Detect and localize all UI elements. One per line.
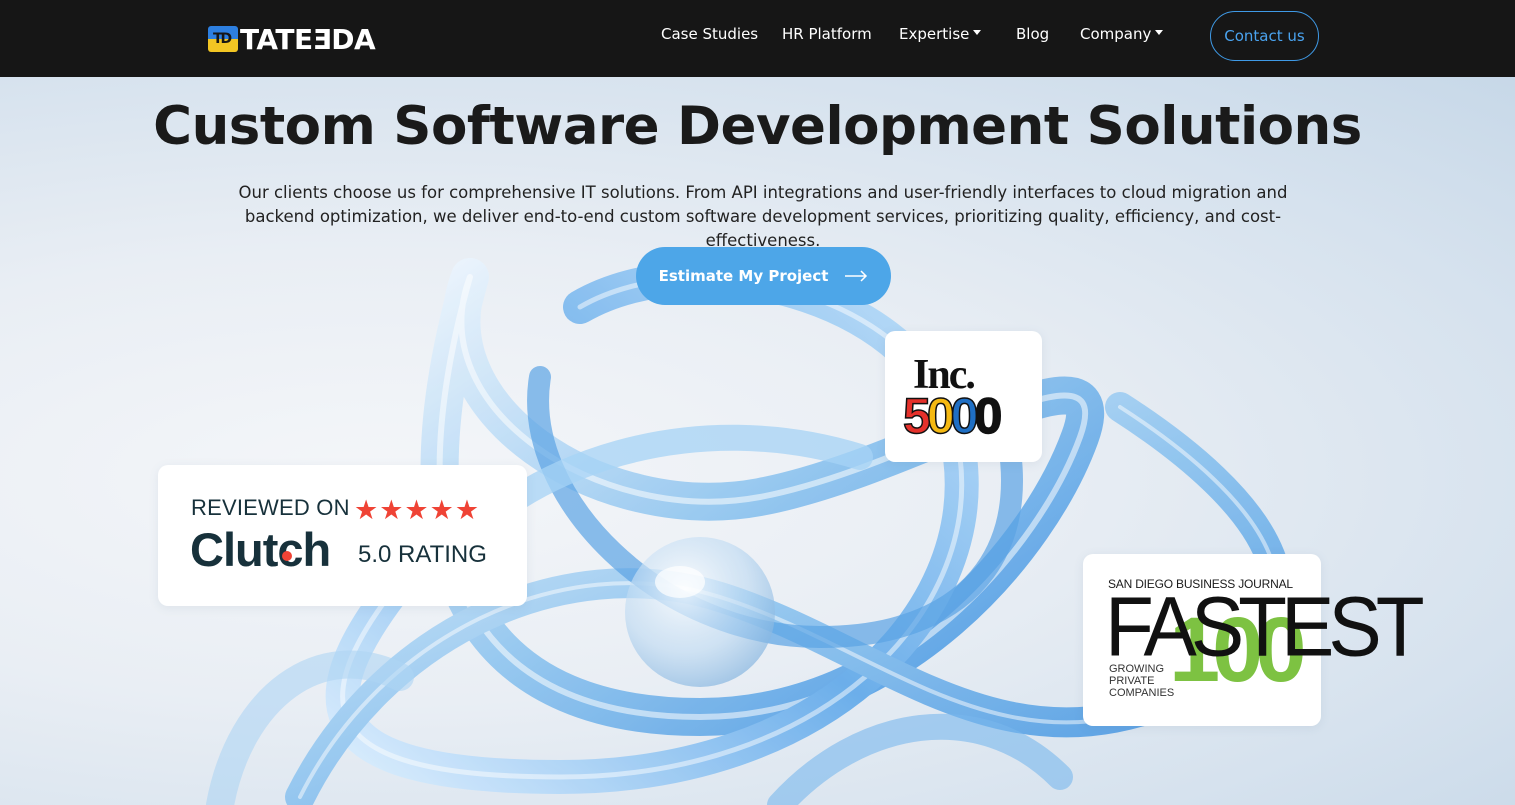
clutch-rating-badge[interactable]: REVIEWED ON ★★★★★ Clutch 5.0 RATING — [158, 465, 527, 606]
inc-digit: 5 — [902, 387, 931, 445]
tateeda-logo[interactable]: TD TATEƎDA — [208, 22, 376, 56]
page-title: Custom Software Development Solutions — [153, 96, 1362, 157]
nav-hr-platform[interactable]: HR Platform — [782, 25, 872, 43]
estimate-project-label: Estimate My Project — [658, 267, 829, 285]
fastest-word: FASTEST — [1105, 579, 1425, 674]
clutch-dot-icon — [282, 551, 292, 561]
arrow-right-icon — [845, 270, 868, 282]
inc-digit: 0 — [950, 387, 979, 445]
contact-us-button[interactable]: Contact us — [1210, 11, 1319, 61]
clutch-reviewed-label: REVIEWED ON — [191, 495, 350, 520]
nav-case-studies[interactable]: Case Studies — [661, 25, 758, 43]
nav-company-label: Company — [1080, 25, 1152, 43]
estimate-project-button[interactable]: Estimate My Project — [636, 247, 891, 305]
fastest-100-badge[interactable]: SAN DIEGO BUSINESS JOURNAL 100 FASTEST G… — [1083, 554, 1425, 726]
star-rating-icon: ★★★★★ — [354, 495, 481, 526]
clutch-rating-text: 5.0 RATING — [358, 541, 487, 568]
clutch-logo: Clutch — [190, 523, 331, 576]
nav-expertise-label: Expertise — [899, 25, 970, 43]
inc-digit: 0 — [926, 387, 955, 445]
nav-expertise[interactable]: Expertise — [899, 25, 982, 43]
nav-company[interactable]: Company — [1080, 25, 1164, 43]
nav-blog[interactable]: Blog — [1016, 25, 1049, 43]
hero-subtitle: Our clients choose us for comprehensive … — [238, 183, 1288, 250]
inc-5000-number: 5000 — [902, 387, 1003, 445]
top-navbar: TD TATEƎDA Case Studies HR Platform Expe… — [0, 0, 1515, 77]
logo-wordmark: TATEƎDA — [240, 22, 376, 56]
chevron-down-icon — [973, 30, 982, 35]
tagline-line: COMPANIES — [1109, 687, 1175, 699]
inc-5000-badge[interactable]: Inc. 5000 — [885, 331, 1042, 462]
chevron-down-icon — [1155, 30, 1164, 35]
inc-digit: 0 — [974, 387, 1003, 445]
growing-companies-tagline: GROWING PRIVATE COMPANIES — [1109, 663, 1174, 699]
tagline-line: PRIVATE — [1109, 675, 1155, 687]
hero-section: Custom Software Development Solutions Ou… — [0, 77, 1515, 805]
logo-mark-icon: TD — [208, 26, 238, 52]
tagline-line: GROWING — [1109, 663, 1164, 675]
